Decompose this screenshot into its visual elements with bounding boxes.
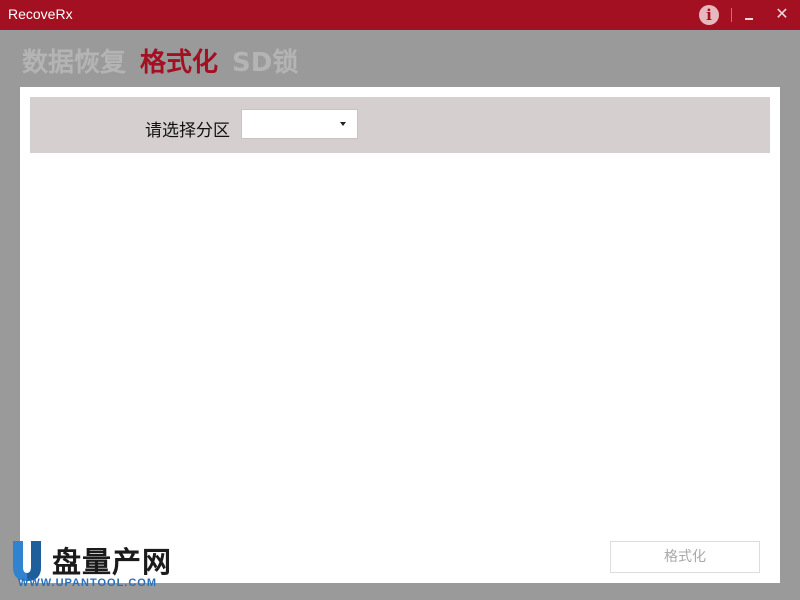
title-bar[interactable]: RecoveRx i ✕ [0,0,800,30]
minimize-button[interactable] [740,6,758,24]
format-panel: 请选择分区 格式化 [20,87,780,583]
watermark: 盘量产网 WWW.UPANTOOL.COM [10,539,180,597]
format-button[interactable]: 格式化 [610,541,760,573]
watermark-text: 盘量产网 [52,545,173,579]
app-title: RecoveRx [8,6,73,22]
close-icon[interactable]: ✕ [772,4,792,24]
tab-format[interactable]: 格式化 [140,42,218,79]
watermark-url: WWW.UPANTOOL.COM [18,577,158,589]
minimize-icon [745,18,753,20]
partition-selector-bar: 请选择分区 [30,97,770,153]
partition-select[interactable] [241,109,358,139]
main-tabs: 数据恢复 格式化 SD锁 [22,42,298,78]
tab-data-recovery[interactable]: 数据恢复 [22,42,126,79]
app-window: RecoveRx i ✕ 数据恢复 格式化 SD锁 请选择分区 格式化 盘量产网… [0,0,800,600]
info-icon[interactable]: i [699,5,719,25]
chevron-down-icon [340,122,346,126]
tab-sd-lock[interactable]: SD锁 [232,42,298,79]
title-divider [731,8,732,22]
partition-label: 请选择分区 [145,121,230,141]
